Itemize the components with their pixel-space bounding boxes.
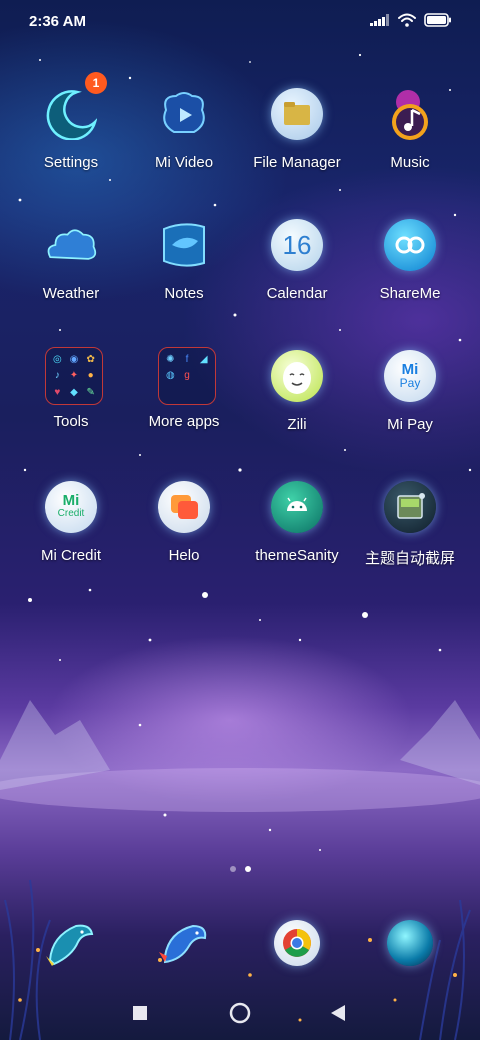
notes-icon <box>158 219 210 271</box>
app-label: Mi Video <box>154 154 214 171</box>
mi-pay-glyph-bottom: Pay <box>399 375 421 390</box>
app-mi-credit[interactable]: Mi Credit Mi Credit <box>16 481 126 564</box>
app-label: 主题自动截屏 <box>364 550 455 567</box>
zili-icon <box>271 350 323 402</box>
app-weather[interactable]: Weather <box>16 219 126 302</box>
app-label: Helo <box>168 547 200 564</box>
calendar-date: 16 <box>282 229 312 260</box>
app-zili[interactable]: Zili <box>242 350 352 433</box>
app-mi-pay[interactable]: Mi Pay Mi Pay <box>355 350 465 433</box>
android-icon <box>271 481 323 533</box>
app-label: File Manager <box>253 154 341 171</box>
app-label: Notes <box>164 285 204 302</box>
page-dot-1[interactable] <box>229 866 236 872</box>
folder-preview: ◎ ◉ ✿ ♪ ✦ ● ♥ ◆ ✎ <box>45 347 103 405</box>
app-themesanity[interactable]: themeSanity <box>242 481 352 564</box>
app-mi-video[interactable]: Mi Video <box>129 88 239 171</box>
app-label: Zili <box>287 416 307 433</box>
app-label: Calendar <box>266 285 328 302</box>
cloud-icon <box>45 219 97 271</box>
app-settings[interactable]: 1 Settings <box>16 72 126 171</box>
app-label: Mi Credit <box>40 547 101 564</box>
app-label: Music <box>390 154 430 171</box>
status-icons <box>370 13 452 27</box>
clock: 2:36 AM <box>29 13 86 30</box>
mi-pay-glyph-top: Mi <box>401 360 419 378</box>
helo-icon <box>158 481 210 533</box>
app-helo[interactable]: Helo <box>129 481 239 564</box>
status-bar: 2:36 AM <box>0 0 480 42</box>
messages-dolphin-icon[interactable] <box>155 916 211 972</box>
camera-orb-icon[interactable] <box>387 920 433 966</box>
folder-tools-icon: ◎ ◉ ✿ ♪ ✦ ● ♥ ◆ ✎ <box>45 347 103 405</box>
screenshot-icon <box>384 481 436 533</box>
app-shareme[interactable]: ShareMe <box>355 219 465 302</box>
page-indicator[interactable] <box>0 866 480 872</box>
square-icon <box>133 1006 147 1020</box>
folder-icon <box>271 88 323 140</box>
calendar-icon: 16 <box>271 219 323 271</box>
app-theme-screenshot[interactable]: 主题自动截屏 <box>355 481 465 568</box>
app-label: Tools <box>53 413 89 430</box>
navigation-bar <box>0 990 480 1034</box>
page-dot-2-active[interactable] <box>244 866 251 872</box>
folder-more-apps[interactable]: ✺ f ◢ ◍ g More apps <box>129 347 239 430</box>
app-label: Mi Pay <box>387 416 433 433</box>
back-button[interactable] <box>323 998 353 1028</box>
chrome-icon[interactable] <box>274 920 320 966</box>
crescent-moon-icon: 1 <box>45 72 107 141</box>
video-icon <box>158 88 210 140</box>
app-notes[interactable]: Notes <box>129 219 239 302</box>
app-file-manager[interactable]: File Manager <box>242 88 352 171</box>
music-note-icon <box>384 88 436 140</box>
shareme-icon <box>384 219 436 271</box>
mi-pay-icon: Mi Pay <box>384 350 436 402</box>
phone-dolphin-icon[interactable] <box>42 916 98 972</box>
app-label: More apps <box>148 413 220 430</box>
app-label: Settings <box>43 154 99 171</box>
notification-badge: 1 <box>85 72 107 94</box>
mi-credit-glyph-top: Mi <box>62 492 80 509</box>
app-label: ShareMe <box>379 285 441 302</box>
folder-tools[interactable]: ◎ ◉ ✿ ♪ ✦ ● ♥ ◆ ✎ Tools <box>16 347 126 430</box>
triangle-back-icon <box>331 1005 345 1021</box>
mi-credit-icon: Mi Credit <box>45 481 97 533</box>
app-music[interactable]: Music <box>355 88 465 171</box>
wifi-icon <box>398 13 416 27</box>
recents-button[interactable] <box>125 998 155 1028</box>
dock <box>0 916 480 976</box>
folder-more-apps-icon: ✺ f ◢ ◍ g <box>158 347 216 405</box>
cellular-signal-icon <box>370 14 389 26</box>
mi-credit-glyph-bottom: Credit <box>57 508 85 519</box>
app-calendar[interactable]: 16 Calendar <box>242 219 352 302</box>
app-label: themeSanity <box>255 547 339 564</box>
folder-preview: ✺ f ◢ ◍ g <box>158 347 216 405</box>
home-button[interactable] <box>225 998 255 1028</box>
circle-icon <box>229 1002 251 1024</box>
app-label: Weather <box>42 285 100 302</box>
battery-icon <box>424 13 451 27</box>
